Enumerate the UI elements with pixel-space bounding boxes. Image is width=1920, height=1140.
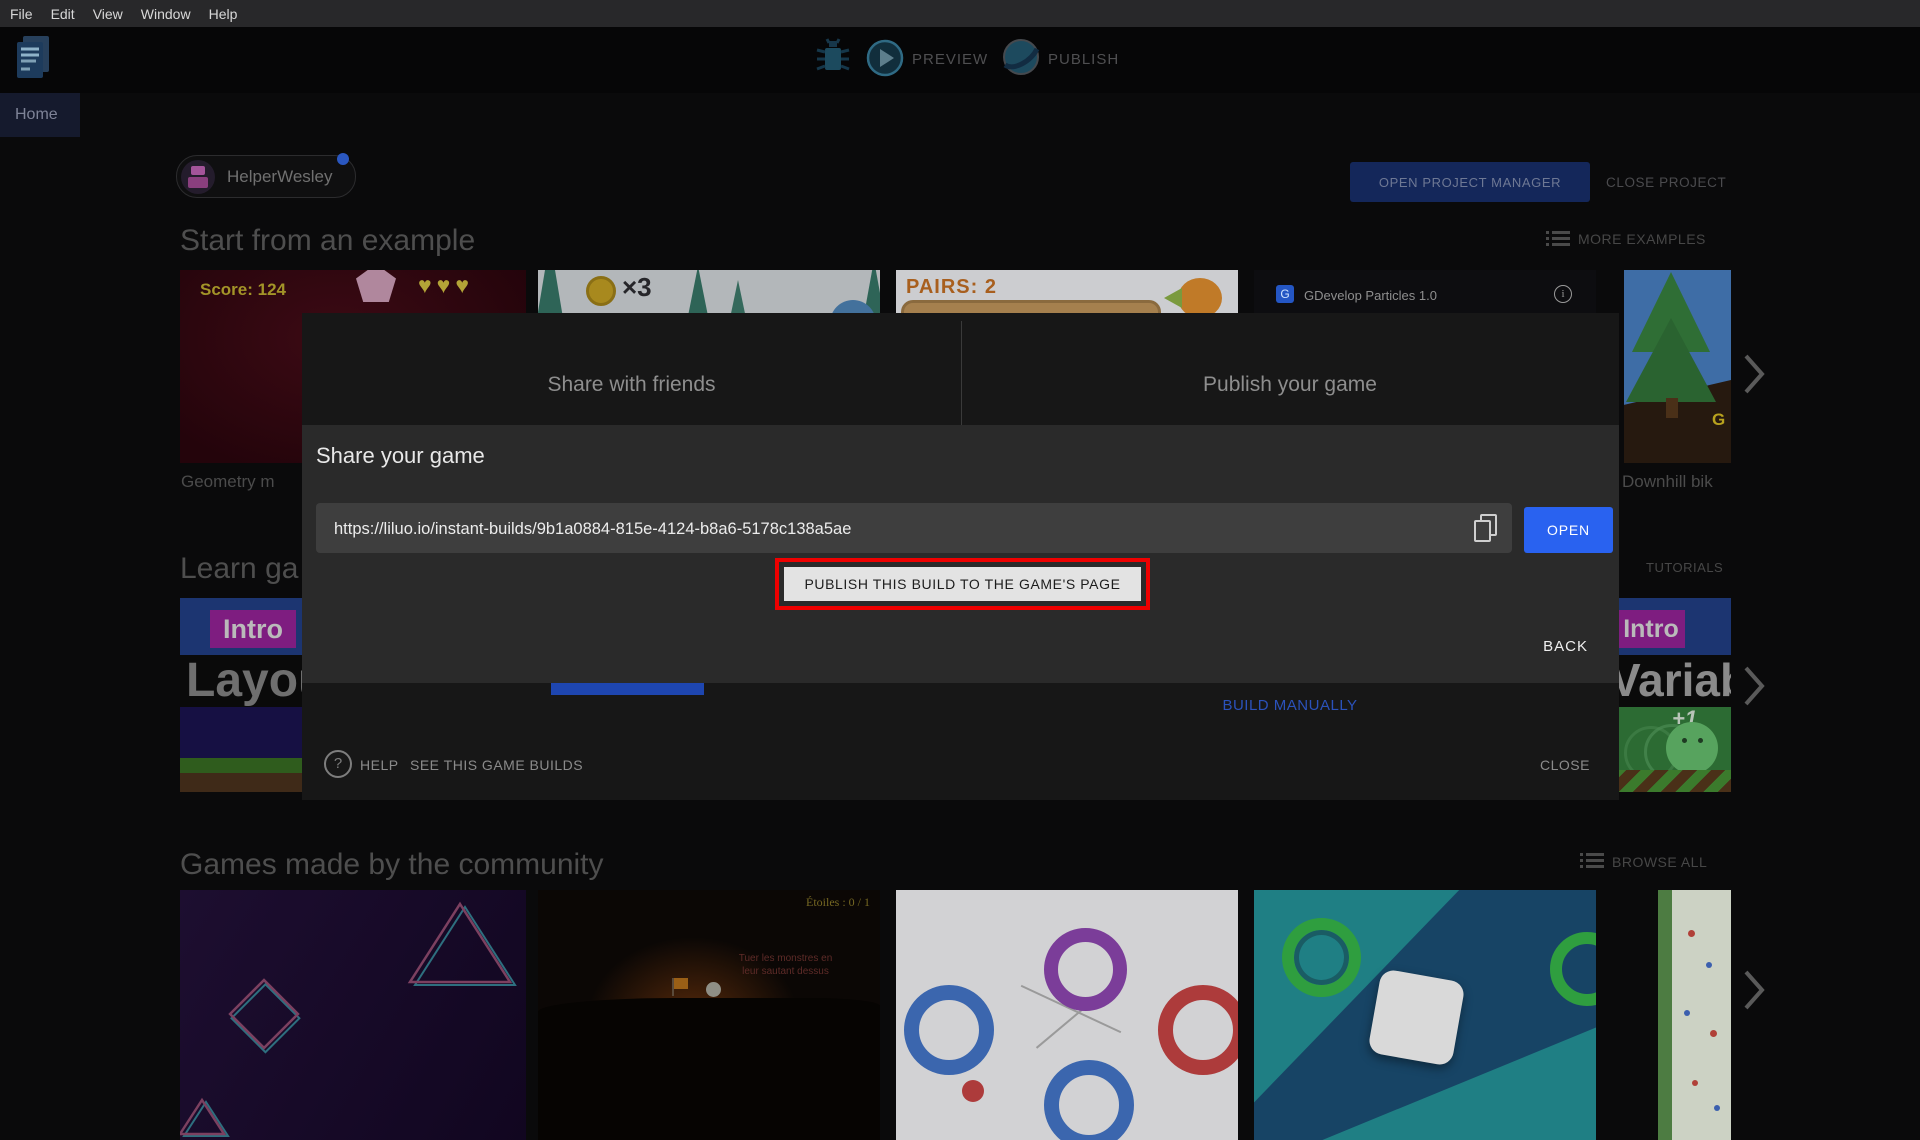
more-examples-button[interactable]: MORE EXAMPLES [1578,231,1706,247]
user-chip[interactable]: HelperWesley [176,153,356,198]
blue-ring [904,985,994,1075]
red-dot [962,1080,984,1102]
dialog-tab-strip: Share with friends Publish your game [302,313,1619,425]
community-title: Games made by the community [180,848,604,881]
g-label: G [1712,410,1726,429]
publish-icon[interactable] [1000,36,1042,83]
community-thumb-neon[interactable] [180,890,526,1140]
chevron-right-icon[interactable] [1742,664,1766,708]
red-ring [1158,985,1238,1075]
list-icon [1580,852,1604,874]
purple-ring [1044,928,1127,1011]
open-project-manager-button[interactable]: OPEN PROJECT MANAGER [1350,162,1590,202]
open-game-button[interactable]: OPEN [1524,507,1613,553]
hearts: ♥♥♥ [418,272,474,298]
back-button[interactable]: BACK [1543,638,1588,655]
dot [1684,1010,1690,1016]
dot [1706,962,1712,968]
example-thumb-downhill[interactable]: G [1624,270,1731,463]
menu-bar: File Edit View Window Help [0,0,1920,27]
pentagon-shape [356,270,396,302]
game-url-input[interactable] [332,503,1416,555]
green-ring [1282,918,1361,997]
character-shape [1666,722,1718,774]
chevron-right-icon[interactable] [1742,352,1766,396]
tab-home[interactable]: Home [0,93,80,137]
example-caption-1: Geometry m [181,472,275,491]
tree-shape [1626,318,1716,402]
debug-icon[interactable] [816,36,850,85]
close-project-button[interactable]: CLOSE PROJECT [1606,175,1726,190]
etoiles-counter: Étoiles : 0 / 1 [806,895,870,909]
tab-share-with-friends[interactable]: Share with friends [302,373,961,397]
community-thumb-teal[interactable] [1254,890,1596,1140]
build-manually-link[interactable]: BUILD MANUALLY [961,697,1619,714]
publish-button[interactable]: PUBLISH [1048,51,1119,68]
score-label: Score: 124 [200,280,286,299]
toolbar: PREVIEW PUBLISH [0,27,1920,93]
menu-file[interactable]: File [10,6,33,22]
game-url-box [316,503,1512,555]
annotation-red-box: PUBLISH THIS BUILD TO THE GAME'S PAGE [775,558,1150,610]
help-icon[interactable]: ? [324,750,352,778]
dot [1710,1030,1717,1037]
publish-this-build-button[interactable]: PUBLISH THIS BUILD TO THE GAME'S PAGE [784,567,1141,601]
tutorials-button[interactable]: TUTORIALS [1646,560,1723,575]
variables-label: Variab [1610,654,1731,706]
dot [1688,930,1695,937]
help-button[interactable]: HELP [360,757,399,773]
info-icon[interactable]: i [1554,285,1572,303]
intro-badge: Intro [210,610,296,648]
menu-window[interactable]: Window [141,6,191,22]
menu-view[interactable]: View [93,6,123,22]
avatar [181,159,215,194]
copy-icon[interactable] [1472,514,1498,542]
multiplier-label: ×3 [622,272,652,302]
menu-edit[interactable]: Edit [51,6,75,22]
gdevelop-logo: G [1276,285,1294,303]
trunk-shape [1666,398,1678,418]
list-icon [1546,230,1570,252]
dialog-bottom-strip: BUILD MANUALLY [302,683,1619,800]
username: HelperWesley [227,166,333,186]
examples-title: Start from an example [180,224,476,257]
dim-blue-button [551,683,704,695]
community-thumb-etoiles[interactable]: Étoiles : 0 / 1 Tuer les monstres en leur… [538,890,880,1140]
share-panel-title: Share your game [316,443,485,468]
preview-button[interactable]: PREVIEW [912,51,988,68]
notification-dot [337,153,349,165]
particles-title: GDevelop Particles 1.0 [1304,288,1437,303]
pairs-label: PAIRS: 2 [906,276,997,298]
menu-help[interactable]: Help [209,6,238,22]
flag-shape [674,978,688,989]
chevron-right-icon[interactable] [1742,968,1766,1012]
learn-title: Learn ga [180,552,299,585]
coin-icon [586,276,616,306]
dot [1714,1105,1720,1111]
share-panel: Share your game OPEN PUBLISH THIS BUILD … [302,425,1619,683]
see-game-builds-button[interactable]: SEE THIS GAME BUILDS [410,757,583,773]
dot [1692,1080,1698,1086]
tab-publish-your-game[interactable]: Publish your game [961,373,1619,397]
close-dialog-button[interactable]: CLOSE [1540,757,1590,773]
fish-shape [1178,278,1222,318]
blue-ring [1044,1060,1134,1140]
community-thumb-dots[interactable] [1658,890,1731,1140]
hint-text: Tuer les monstres en leur sautant dessus [738,953,833,977]
eye-dot [1682,738,1687,743]
white-square [1367,968,1466,1067]
example-caption-5: Downhill bik [1622,472,1713,491]
preview-icon[interactable] [864,37,906,84]
browse-all-button[interactable]: BROWSE ALL [1612,854,1707,870]
eye-dot [1698,738,1703,743]
moon-shape [706,982,721,997]
fish-tail-shape [1164,288,1182,308]
green-strip [1658,890,1672,1140]
project-manager-icon[interactable] [14,34,52,87]
ground-silhouette [538,998,880,1140]
intro-badge: Intro [1617,610,1685,648]
community-thumb-rings[interactable] [896,890,1238,1140]
